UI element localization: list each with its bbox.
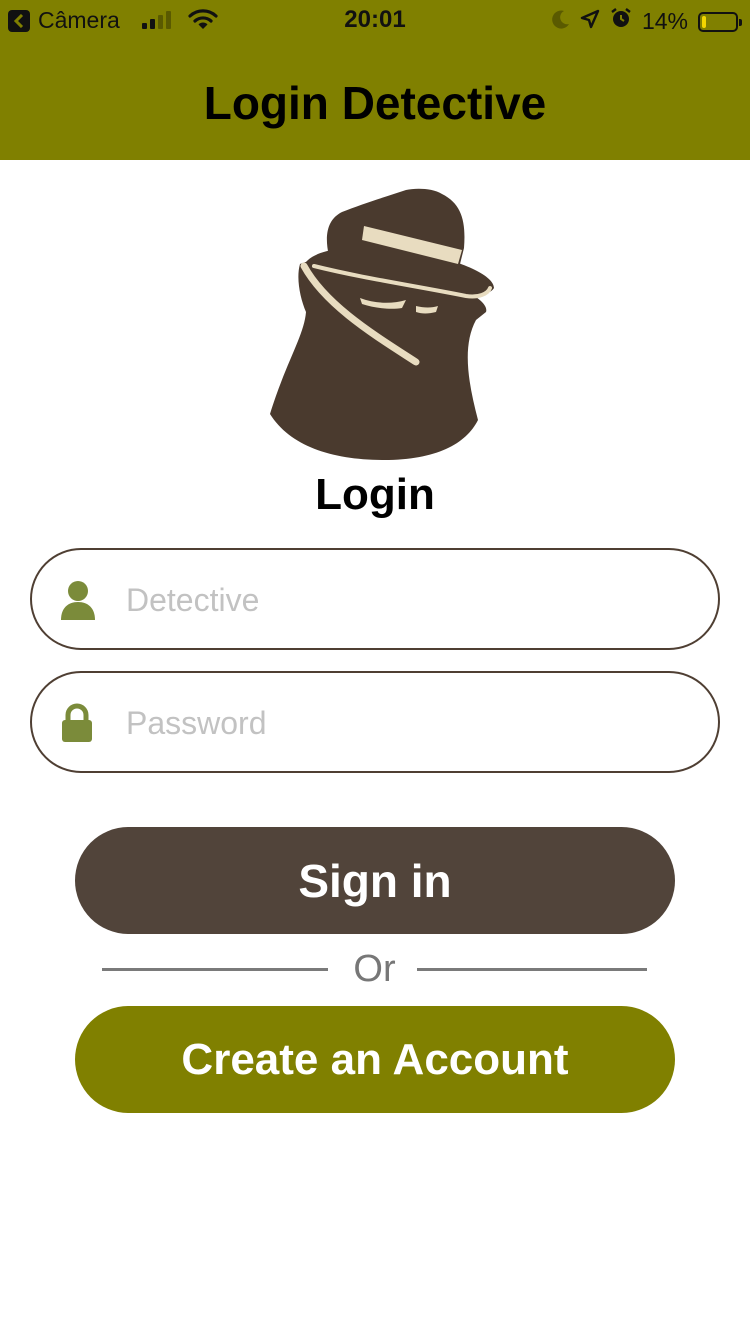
- user-icon: [60, 580, 96, 627]
- password-input[interactable]: [124, 673, 688, 773]
- status-bar: Câmera 20:01 14%: [0, 0, 750, 40]
- app-header: Câmera 20:01 14% Login Detective: [0, 0, 750, 160]
- detective-icon: [266, 186, 498, 462]
- sign-in-button[interactable]: Sign in: [75, 827, 675, 934]
- page-title: Login Detective: [203, 77, 547, 129]
- login-heading: Login: [315, 470, 435, 519]
- username-input[interactable]: [124, 550, 688, 650]
- create-account-button[interactable]: Create an Account: [75, 1006, 675, 1113]
- alarm-icon: [610, 7, 632, 36]
- or-divider: Or: [102, 945, 647, 995]
- battery-percent: 14%: [641, 8, 688, 34]
- username-field[interactable]: [30, 548, 720, 650]
- password-field[interactable]: [30, 671, 720, 773]
- divider-line-right: [417, 968, 647, 971]
- location-arrow-icon: [580, 8, 600, 36]
- moon-icon: [552, 8, 570, 36]
- battery-icon: [698, 11, 742, 32]
- lock-icon: [60, 703, 94, 748]
- battery-fill: [702, 15, 706, 28]
